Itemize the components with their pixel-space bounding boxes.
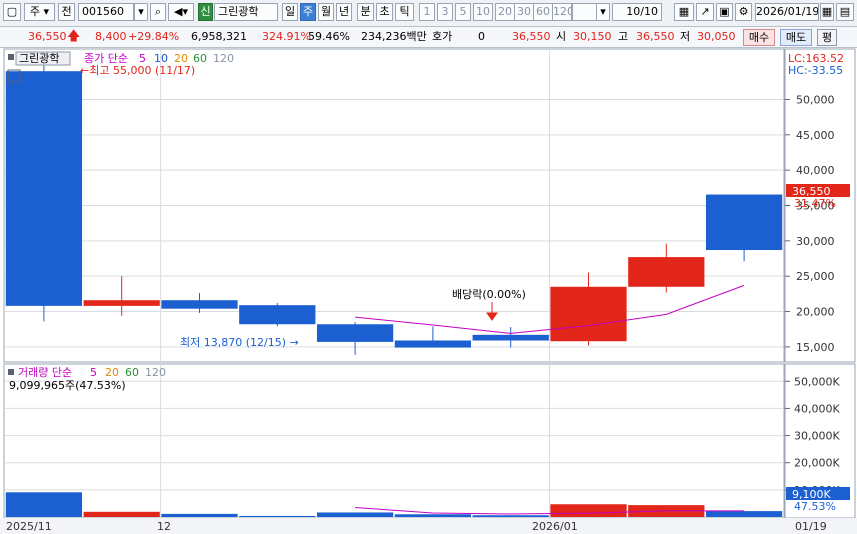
volume-bar xyxy=(550,504,627,517)
volume-bar xyxy=(5,492,83,517)
volume-tick-label: 30,000K xyxy=(794,430,840,443)
volume-bar xyxy=(239,515,316,517)
candle-body xyxy=(83,300,160,306)
hc-value: HC:-33.55 xyxy=(788,64,843,77)
candle-body xyxy=(316,324,394,342)
candle-body xyxy=(472,334,549,341)
date-label-jan: 2026/01 xyxy=(532,520,578,533)
volume-bar xyxy=(394,514,472,517)
volume-tick-label: 20,000K xyxy=(794,457,840,470)
price-legend-ma120: 120 xyxy=(213,52,234,65)
price-tick-label: 20,000 xyxy=(796,306,835,319)
price-tick-label: 30,000 xyxy=(796,235,835,248)
candle-body xyxy=(705,194,783,251)
price-tick-label: 15,000 xyxy=(796,341,835,354)
volume-bar xyxy=(316,512,394,517)
volume-legend-ma20: 20 xyxy=(105,366,119,379)
current-volume-pct: 47.53% xyxy=(794,500,836,513)
date-label-nov: 2025/11 xyxy=(6,520,52,533)
volume-bar xyxy=(161,513,238,517)
volume-bar xyxy=(705,511,783,517)
price-tick-label: 40,000 xyxy=(796,164,835,177)
volume-tick-label: 40,000K xyxy=(794,402,840,415)
candle-body xyxy=(161,300,238,309)
panel-collapse-icon[interactable] xyxy=(8,54,14,60)
volume-bar xyxy=(472,515,549,517)
candle-body xyxy=(628,257,705,287)
volume-legend-base: 거래량 단순 xyxy=(18,366,72,379)
volume-legend-ma120: 120 xyxy=(145,366,166,379)
date-axis-bar xyxy=(0,518,857,534)
price-tick-label: 50,000 xyxy=(796,93,835,106)
chart-area[interactable]: 50,00045,00040,00035,00030,00025,00020,0… xyxy=(0,0,857,534)
volume-panel-collapse-icon[interactable] xyxy=(8,369,14,375)
min-price-note: 최저 13,870 (12/15) → xyxy=(180,336,299,349)
current-pct-tag: 31.47% xyxy=(794,197,836,210)
volume-legend-ma5: 5 xyxy=(90,366,97,379)
price-tick-label: 45,000 xyxy=(796,129,835,142)
volume-max-note: 9,099,965주(47.53%) xyxy=(9,379,126,392)
candle-body xyxy=(394,340,472,348)
candle-body xyxy=(5,71,83,306)
volume-tick-label: 50,000K xyxy=(794,375,840,388)
date-label-last: 01/19 xyxy=(795,520,827,533)
candle-body xyxy=(239,305,316,325)
volume-legend-ma60: 60 xyxy=(125,366,139,379)
max-price-note: ←최고 55,000 (11/17) xyxy=(80,64,195,77)
dividend-note: 배당락(0.00%) xyxy=(452,288,526,301)
stock-tag-label: 그린광학 xyxy=(19,52,59,65)
candle-body xyxy=(550,286,627,342)
date-label-dec: 12 xyxy=(157,520,171,533)
price-tick-label: 25,000 xyxy=(796,270,835,283)
volume-bar xyxy=(83,511,160,517)
